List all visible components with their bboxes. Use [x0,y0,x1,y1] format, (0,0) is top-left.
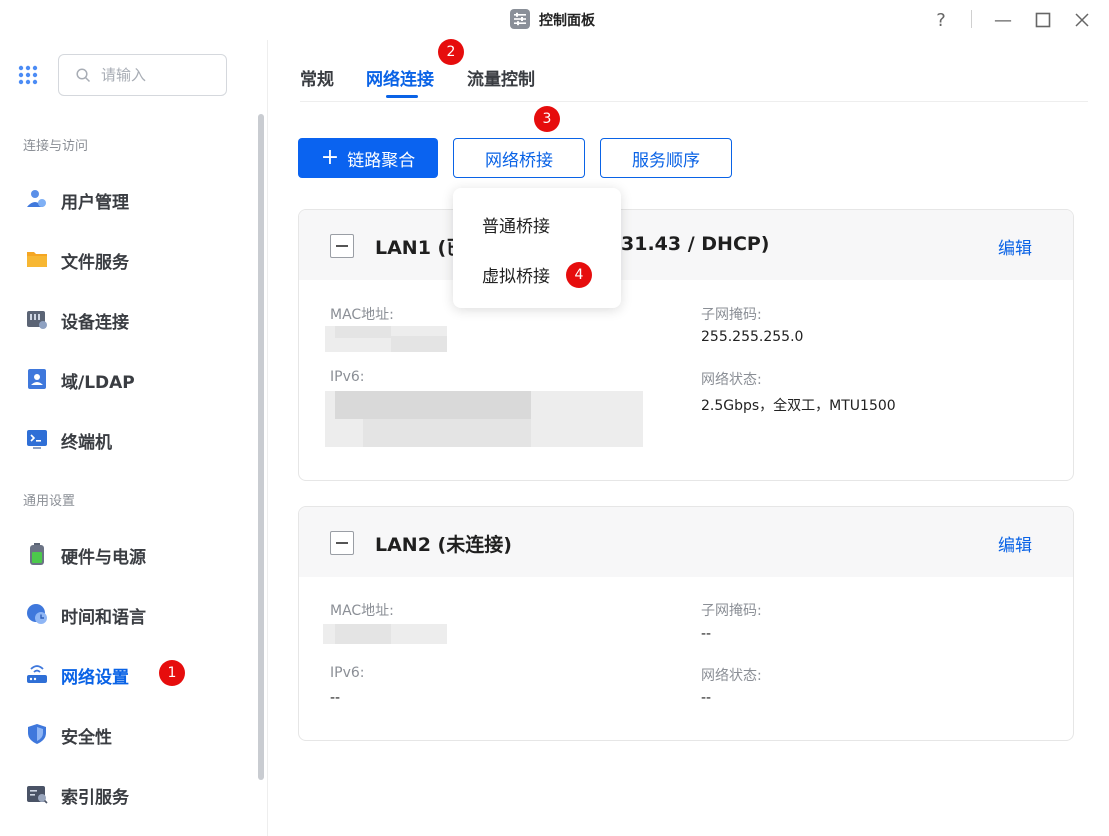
lan1-edit-link[interactable]: 编辑 [998,234,1032,259]
lan1-subnet-label: 子网掩码: [701,307,762,323]
maximize-icon [1035,12,1051,28]
battery-icon [30,543,44,565]
lan1-collapse-toggle[interactable] [330,234,354,258]
sidebar-item-hardware-power[interactable]: 硬件与电源 [0,534,255,574]
service-order-button[interactable]: 服务顺序 [600,138,732,178]
active-tab-indicator [386,95,418,98]
dropdown-item-virtual-bridge[interactable]: 虚拟桥接 [482,262,550,287]
lan2-mac-redacted-part [335,624,391,644]
sidebar-item-label: 网络设置 [61,668,129,688]
index-service-icon [27,786,48,804]
step-badge-4: 4 [566,262,592,288]
sidebar-item-time-language[interactable]: 时间和语言 [0,594,255,634]
apps-grid-icon[interactable] [18,65,38,89]
shield-icon [28,724,46,744]
user-management-icon [27,190,46,207]
link-aggregation-button[interactable]: + 链路聚合 [298,138,438,178]
sidebar-item-label: 索引服务 [61,788,129,808]
lan2-collapse-toggle[interactable] [330,531,354,555]
link-aggregation-label: 链路聚合 [347,150,416,171]
title-bar: 控制面板 ? — [0,0,1109,40]
lan1-title-address: 31.43 / DHCP) [621,233,770,255]
sidebar-item-label: 域/LDAP [61,373,135,393]
help-button[interactable]: ? [927,6,955,34]
device-connection-icon [27,311,47,329]
lan1-mac-redacted-part [335,326,391,338]
close-icon [1075,13,1089,27]
sidebar-item-label: 硬件与电源 [61,548,146,568]
lan2-card-header: LAN2 (未连接) 编辑 [299,507,1073,577]
minimize-button[interactable]: — [989,6,1017,34]
close-button[interactable] [1068,6,1096,34]
search-icon [76,68,91,83]
lan2-status-value: -- [701,690,712,706]
tab-traffic-control[interactable]: 流量控制 [467,65,535,90]
step-badge-3: 3 [534,106,560,132]
window-title: 控制面板 [539,13,595,29]
terminal-icon [27,430,47,449]
sidebar-item-domain-ldap[interactable]: 域/LDAP [0,359,255,399]
clock-globe-icon [27,604,47,624]
sidebar-item-user-management[interactable]: 用户管理 [0,179,255,219]
step-badge-1: 1 [159,660,185,686]
sidebar-item-label: 时间和语言 [61,608,146,628]
tabs-divider [300,101,1088,102]
sidebar-scrollbar[interactable] [258,114,264,780]
lan1-card: LAN1 (已 31.43 / DHCP) 编辑 MAC地址: IPv6: 子网… [298,209,1074,481]
plus-icon: + [320,145,340,170]
sidebar: 连接与访问 用户管理 文件服务 设备连接 域/LDAP [0,40,268,836]
lan1-subnet-value: 255.255.255.0 [701,329,804,345]
section-label-connection: 连接与访问 [23,139,89,154]
lan1-ipv6-label: IPv6: [330,369,365,385]
lan1-status-label: 网络状态: [701,372,762,388]
sidebar-item-device-connection[interactable]: 设备连接 [0,299,255,339]
sidebar-item-security[interactable]: 安全性 [0,714,255,754]
lan2-card: LAN2 (未连接) 编辑 MAC地址: IPv6: -- 子网掩码: -- 网… [298,506,1074,741]
lan1-mac-label: MAC地址: [330,307,394,323]
tab-general[interactable]: 常规 [300,65,334,90]
lan1-ipv6-redacted-part [363,419,531,447]
sidebar-item-file-service[interactable]: 文件服务 [0,239,255,279]
control-panel-icon [510,9,530,29]
sidebar-item-index-service[interactable]: 索引服务 [0,774,255,814]
lan2-ipv6-value: -- [330,690,341,706]
network-bridge-button[interactable]: 网络桥接 [453,138,585,178]
title-separator [971,10,972,28]
lan2-subnet-label: 子网掩码: [701,603,762,619]
lan1-ipv6-redacted-part [335,391,531,419]
lan2-edit-link[interactable]: 编辑 [998,531,1032,556]
lan2-mac-label: MAC地址: [330,603,394,619]
lan1-mac-redacted-part [391,336,447,352]
lan2-title: LAN2 (未连接) [375,534,512,556]
network-bridge-dropdown: 普通桥接 虚拟桥接 4 [453,188,621,308]
network-router-icon [27,665,47,683]
tab-network-connection[interactable]: 网络连接 [366,65,434,90]
sidebar-item-terminal[interactable]: 终端机 [0,419,255,459]
sidebar-item-label: 安全性 [61,728,112,748]
lan2-subnet-value: -- [701,626,712,642]
search-input[interactable] [101,65,216,85]
dropdown-item-normal-bridge[interactable]: 普通桥接 [482,212,550,237]
sidebar-item-network-settings[interactable]: 网络设置 [0,654,255,694]
section-label-general: 通用设置 [23,494,76,509]
search-box[interactable] [58,54,227,96]
lan1-title: LAN1 (已 [375,237,466,259]
maximize-button[interactable] [1029,6,1057,34]
sidebar-item-label: 用户管理 [61,193,129,213]
sidebar-item-label: 文件服务 [61,253,129,273]
lan1-card-header: LAN1 (已 31.43 / DHCP) 编辑 [299,210,1073,280]
lan1-status-value: 2.5Gbps，全双工，MTU1500 [701,398,896,414]
sidebar-item-label: 设备连接 [61,313,129,333]
lan2-status-label: 网络状态: [701,668,762,684]
domain-ldap-icon [28,369,46,389]
sidebar-item-label: 终端机 [61,433,112,453]
lan2-ipv6-label: IPv6: [330,665,365,681]
step-badge-2: 2 [438,39,464,65]
folder-icon [27,252,47,267]
